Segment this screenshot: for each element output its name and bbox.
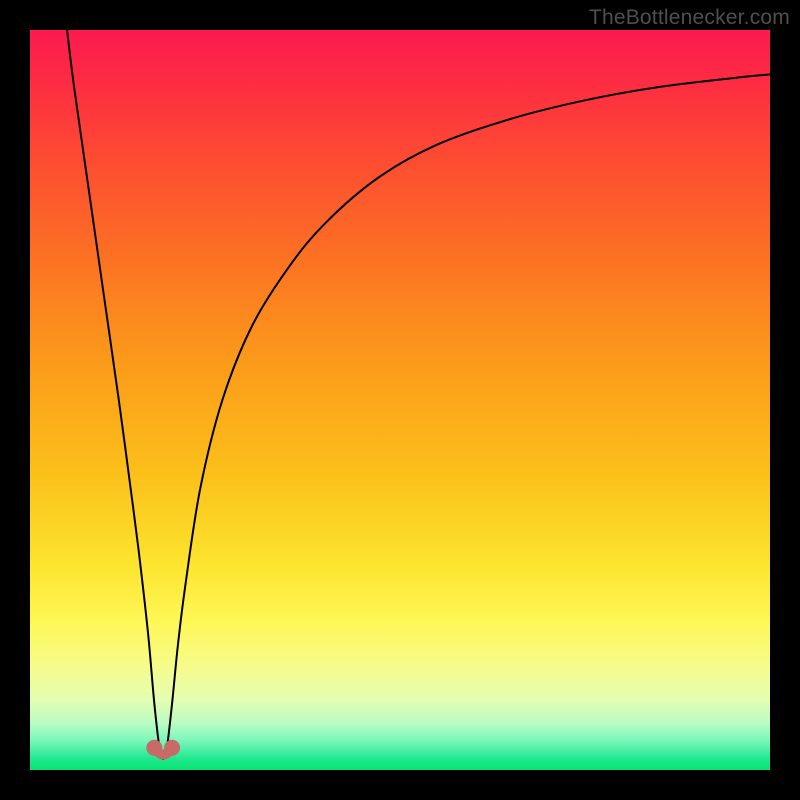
plot-area xyxy=(30,30,770,770)
notch-marker xyxy=(164,740,180,756)
curve-layer xyxy=(30,30,770,770)
watermark-text: TheBottlenecker.com xyxy=(589,6,790,30)
chart-frame: TheBottlenecker.com xyxy=(0,0,800,800)
bottleneck-curve xyxy=(67,30,770,759)
notch-marker xyxy=(146,740,162,756)
